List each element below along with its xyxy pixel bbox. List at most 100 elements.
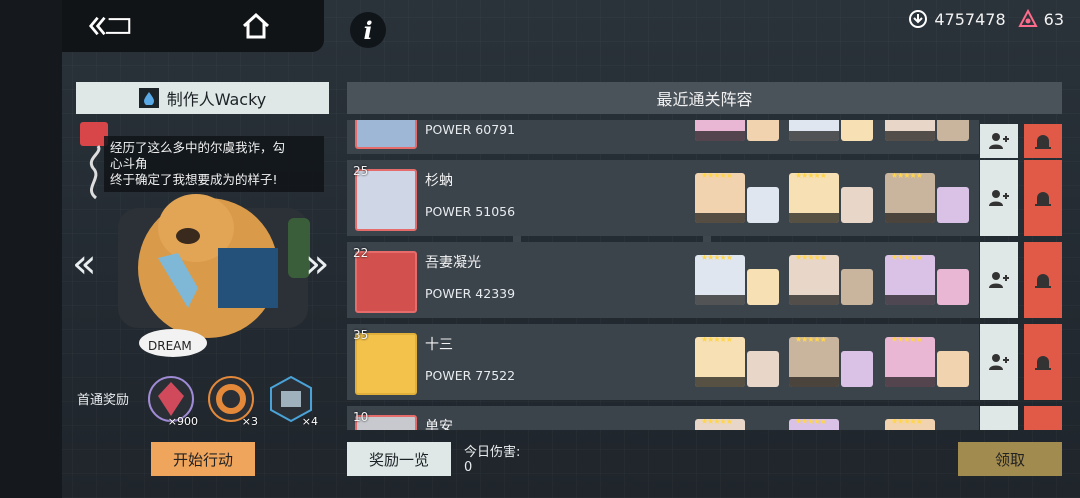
star-rating-icon: ★★★★★ — [795, 173, 827, 180]
team-unit-main: ★★★★★ — [695, 173, 745, 223]
player-name: 杉蚋 — [425, 173, 453, 189]
team-unit-main: ★★★★★ — [789, 337, 839, 387]
home-button[interactable] — [234, 8, 278, 44]
player-avatar[interactable] — [355, 333, 417, 395]
back-arrow-icon — [88, 16, 131, 36]
follow-button[interactable] — [980, 406, 1018, 430]
water-drop-icon — [138, 88, 159, 108]
reward-count: ×4 — [301, 415, 318, 428]
unit-level-bar — [885, 377, 935, 387]
add-friend-icon — [989, 190, 1009, 206]
reward-count: ×3 — [241, 415, 258, 428]
team-unit-support — [937, 269, 969, 305]
follow-button[interactable] — [980, 160, 1018, 236]
reward-item-box[interactable]: ×4 — [266, 374, 318, 428]
reward-count: ×900 — [167, 415, 198, 428]
reward-item-gem[interactable]: ×900 — [146, 374, 198, 428]
unit-level-bar — [695, 377, 745, 387]
info-button[interactable]: i — [350, 12, 386, 48]
star-rating-icon: ★★★★★ — [795, 255, 827, 262]
lineup-list[interactable]: POWER 60791 25 杉蚋 POWER 51056 22 吾妻凝光 PO… — [347, 120, 1062, 430]
star-rating-icon: ★★★★★ — [701, 173, 733, 180]
team-unit-main: ★★★★★ — [695, 255, 745, 305]
player-level: 22 — [353, 246, 369, 260]
team-unit-support — [747, 120, 779, 141]
team-unit-main: ★★★★★ — [789, 120, 839, 141]
team-unit-main: ★★★★★ — [885, 337, 935, 387]
team-unit-support — [841, 351, 873, 387]
reward-list-button[interactable]: 奖励一览 — [347, 442, 451, 476]
first-clear-label: 首通奖励 — [77, 393, 130, 408]
player-avatar[interactable] — [355, 169, 417, 231]
unit-level-bar — [789, 295, 839, 305]
unit-level-bar — [885, 213, 935, 223]
unit-level-bar — [695, 131, 745, 141]
alarm-icon — [1035, 356, 1051, 370]
unit-level-bar — [885, 295, 935, 305]
currency-bar: 4757478 63 — [908, 8, 1064, 30]
panel-title: 最近通关阵容 — [347, 82, 1062, 114]
currency-a-value: 4757478 — [934, 9, 1006, 29]
team-unit-main: ★★★★★ — [789, 173, 839, 223]
next-chevron-icon[interactable]: » — [305, 244, 329, 284]
reward-item-ring[interactable]: ×3 — [206, 374, 258, 428]
prev-chevron-icon[interactable]: « — [72, 244, 96, 284]
follow-button[interactable] — [980, 242, 1018, 318]
report-button[interactable] — [1024, 324, 1062, 400]
unit-level-bar — [789, 377, 839, 387]
follow-button[interactable] — [980, 324, 1018, 400]
team-unit-support — [747, 269, 779, 305]
follow-button[interactable] — [980, 124, 1018, 158]
team-unit-support — [747, 187, 779, 223]
daily-damage-value: 0 — [464, 460, 473, 475]
claim-button[interactable]: 领取 — [958, 442, 1062, 476]
alarm-icon — [1035, 135, 1051, 149]
team-unit-support — [841, 269, 873, 305]
player-avatar[interactable] — [355, 120, 417, 149]
row-power: POWER 51056 — [425, 204, 516, 219]
team-unit-main: ★★★★★ — [789, 255, 839, 305]
unit-level-bar — [789, 213, 839, 223]
alarm-icon — [1035, 192, 1051, 206]
team-unit-main: ★★★★★ — [695, 337, 745, 387]
author-name: 制作人Wacky — [166, 90, 267, 109]
row-power: POWER 60791 — [425, 122, 516, 137]
back-button[interactable] — [88, 8, 132, 44]
team-unit-support — [937, 351, 969, 387]
star-rating-icon: ★★★★★ — [891, 419, 923, 426]
start-action-button[interactable]: 开始行动 — [151, 442, 255, 476]
unit-level-bar — [789, 131, 839, 141]
player-level: 35 — [353, 328, 369, 342]
top-nav-bar — [62, 0, 324, 52]
star-rating-icon: ★★★★★ — [795, 337, 827, 344]
row-power: POWER 77522 — [425, 368, 516, 383]
credit-icon — [909, 10, 928, 28]
team-unit-main: ★★★★★ — [695, 419, 745, 430]
player-avatar[interactable] — [355, 251, 417, 313]
left-edge-strip — [0, 0, 62, 498]
author-header: 制作人Wacky — [76, 82, 329, 114]
report-button[interactable] — [1024, 124, 1062, 158]
add-friend-icon — [989, 133, 1009, 149]
svg-text:DREAM: DREAM — [148, 339, 192, 353]
team-unit-support — [841, 187, 873, 223]
report-button[interactable] — [1024, 242, 1062, 318]
alarm-icon — [1035, 274, 1051, 288]
player-name: 吾妻凝光 — [425, 255, 481, 271]
add-friend-icon — [989, 272, 1009, 288]
team-unit-support — [937, 120, 969, 141]
star-rating-icon: ★★★★★ — [701, 255, 733, 262]
star-rating-icon: ★★★★★ — [891, 255, 923, 262]
currency-b-value: 63 — [1043, 9, 1064, 29]
star-rating-icon: ★★★★★ — [795, 419, 827, 426]
team-unit-main: ★★★★★ — [885, 419, 935, 430]
report-button[interactable] — [1024, 406, 1062, 430]
report-button[interactable] — [1024, 160, 1062, 236]
star-rating-icon: ★★★★★ — [891, 173, 923, 180]
star-rating-icon: ★★★★★ — [891, 337, 923, 344]
player-name: 十三 — [425, 337, 453, 353]
author-description: 经历了这么多中的尔虞我诈，勾 心斗角 终于确定了我想要成为的样子! — [104, 136, 324, 192]
player-name: 单安 — [425, 419, 453, 430]
team-unit-main: ★★★★★ — [789, 419, 839, 430]
unit-level-bar — [885, 131, 935, 141]
